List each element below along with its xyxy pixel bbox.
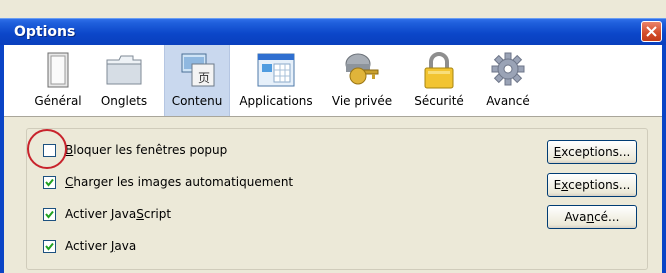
privacy-icon [345,53,379,85]
enable-java-checkbox[interactable] [43,240,56,253]
tab-advanced[interactable]: Avancé [480,45,536,116]
general-icon [47,52,69,88]
tab-content[interactable]: 页 Contenu [164,45,230,116]
enable-javascript-checkbox[interactable] [43,208,56,221]
applications-icon [257,53,295,87]
close-button[interactable] [641,21,662,42]
popup-exceptions-button[interactable]: Exceptions... [547,140,637,164]
checkmark-icon [45,178,54,187]
tab-tabs[interactable]: Onglets [96,45,152,116]
tab-privacy[interactable]: Vie privée [330,45,394,116]
highlight-circle [27,129,67,169]
title-bar[interactable]: Options [0,18,666,46]
window-title: Options [14,24,76,40]
tab-advanced-label: Avancé [486,94,530,108]
content-options-panel: Bloquer les fenêtres popup Charger les i… [26,128,648,270]
tab-privacy-label: Vie privée [331,94,393,108]
content-icon: 页 [181,53,215,87]
block-popups-label: Bloquer les fenêtres popup [65,143,228,157]
tab-security[interactable]: Sécurité [408,45,470,116]
enable-javascript-label: Activer JavaScript [65,207,172,221]
tab-general[interactable]: Général [28,45,88,116]
checkmark-icon [45,242,54,251]
options-window: Options Général Onglets 页 Contenu Applic… [0,0,666,273]
tab-content-label: Contenu [171,94,223,108]
javascript-advanced-button[interactable]: Avancé... [547,205,637,229]
options-toolbar: Général Onglets 页 Contenu Applications V… [4,45,662,117]
enable-java-label: Activer Java [65,239,137,253]
padlock-icon [424,52,454,89]
tab-applications-label: Applications [239,94,313,108]
close-icon [646,26,657,37]
tab-tabs-label: Onglets [100,94,148,108]
images-exceptions-button[interactable]: Exceptions... [547,173,637,197]
tab-security-label: Sécurité [414,94,464,108]
tab-general-label: Général [34,94,82,108]
checkmark-icon [45,210,54,219]
tab-applications[interactable]: Applications [236,45,316,116]
window-frame-right [662,45,666,273]
load-images-checkbox[interactable] [43,176,56,189]
load-images-label: Charger les images automatiquement [65,175,294,189]
gear-icon [491,52,525,86]
svg-text:页: 页 [198,71,210,85]
tabs-icon [106,55,142,85]
